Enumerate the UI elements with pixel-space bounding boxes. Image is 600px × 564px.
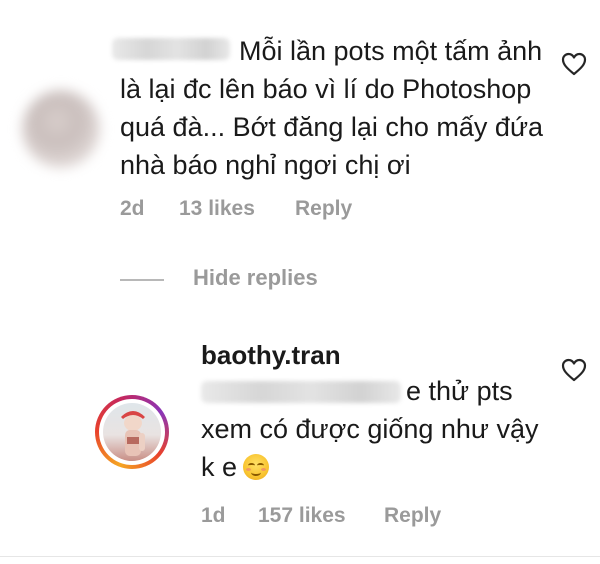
reply-text-first-line: e thử pts	[406, 376, 513, 406]
replies-divider	[120, 279, 164, 281]
heart-outline-icon	[561, 52, 587, 76]
smiling-face-emoji-icon	[243, 454, 270, 480]
reply-text-body: xem có được giống như vậy k e	[201, 414, 539, 482]
reply-reply-button[interactable]: Reply	[384, 504, 441, 528]
reply-like-button[interactable]	[561, 358, 587, 382]
bottom-divider	[0, 556, 600, 557]
reply-likes[interactable]: 157 likes	[258, 504, 346, 528]
comment-text-body: là lại đc lên báo vì lí do Photoshop quá…	[120, 74, 544, 180]
blurred-username	[112, 38, 230, 60]
comment-likes[interactable]: 13 likes	[179, 197, 255, 221]
comment-like-button[interactable]	[561, 52, 587, 76]
comment-text-first-line: Mỗi lần pots một tấm ảnh	[239, 36, 543, 66]
comment-reply-button[interactable]: Reply	[295, 197, 352, 221]
commenter-avatar[interactable]	[22, 90, 100, 168]
reply-username[interactable]: baothy.tran	[201, 340, 341, 371]
blurred-mention	[201, 381, 401, 403]
heart-outline-icon	[561, 358, 587, 382]
avatar-photo	[103, 403, 161, 461]
hide-replies-button[interactable]: Hide replies	[193, 265, 318, 291]
reply-avatar[interactable]	[95, 395, 169, 469]
comment-time: 2d	[120, 197, 145, 220]
reply-time: 1d	[201, 504, 226, 527]
